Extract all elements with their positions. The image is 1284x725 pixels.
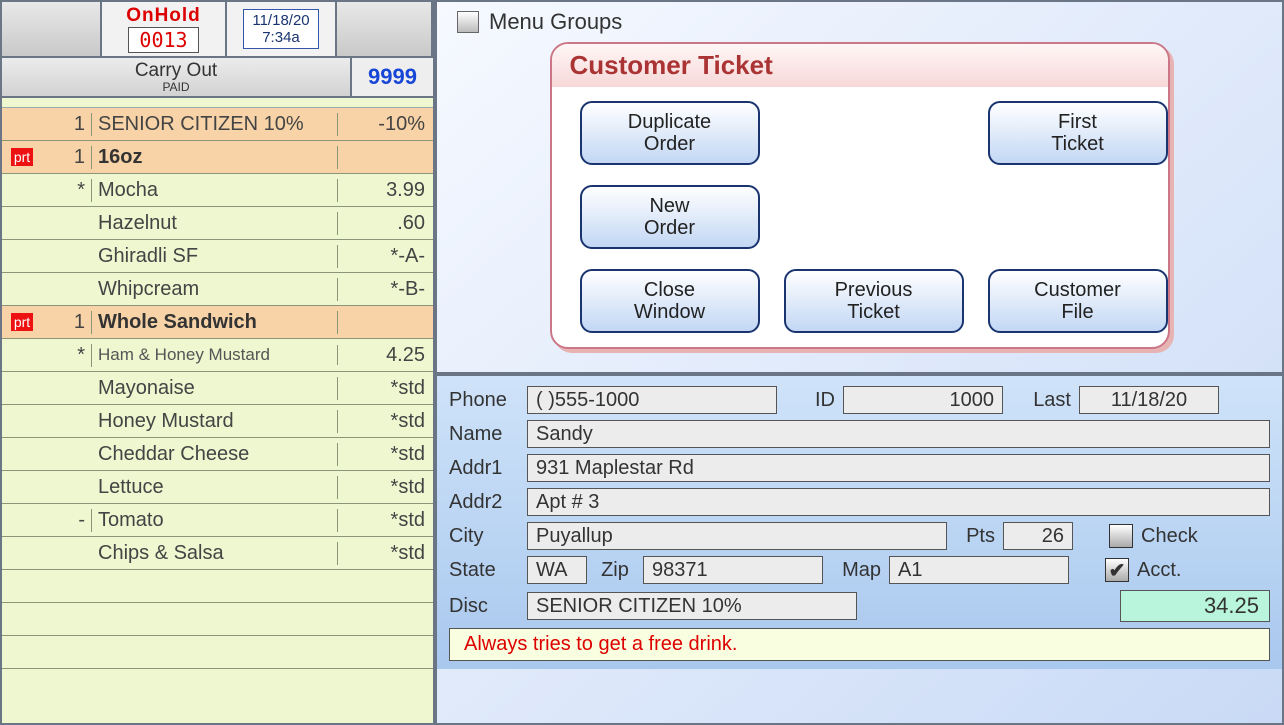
- pts-field[interactable]: 26: [1003, 522, 1073, 550]
- order-line[interactable]: prt116oz: [2, 141, 433, 174]
- customer-file-button[interactable]: CustomerFile: [988, 269, 1168, 333]
- zip-field[interactable]: 98371: [643, 556, 823, 584]
- first-ticket-button[interactable]: FirstTicket: [988, 101, 1168, 165]
- acct-checkbox[interactable]: ✔: [1105, 558, 1129, 582]
- order-line[interactable]: [2, 603, 433, 636]
- order-line[interactable]: *Ham & Honey Mustard4.25: [2, 339, 433, 372]
- order-line[interactable]: -Tomato*std: [2, 504, 433, 537]
- previous-ticket-button[interactable]: PreviousTicket: [784, 269, 964, 333]
- duplicate-order-button[interactable]: DuplicateOrder: [580, 101, 760, 165]
- ticket-datetime: 11/18/20 7:34a: [227, 2, 337, 56]
- order-lines: 1SENIOR CITIZEN 10%-10%prt116oz*Mocha3.9…: [2, 108, 433, 723]
- header-button-right[interactable]: [337, 2, 433, 56]
- prt-flag: prt: [11, 148, 33, 166]
- amount-field: 34.25: [1120, 590, 1270, 622]
- order-line[interactable]: Chips & Salsa*std: [2, 537, 433, 570]
- id-field[interactable]: 1000: [843, 386, 1003, 414]
- city-field[interactable]: Puyallup: [527, 522, 947, 550]
- order-panel: OnHold 0013 11/18/20 7:34a Carry Out PAI…: [2, 2, 437, 723]
- name-field[interactable]: Sandy: [527, 420, 1270, 448]
- header-button-left[interactable]: [2, 2, 102, 56]
- order-line[interactable]: Mayonaise*std: [2, 372, 433, 405]
- ticket-status: OnHold 0013: [102, 2, 227, 56]
- order-line[interactable]: 1SENIOR CITIZEN 10%-10%: [2, 108, 433, 141]
- panel-title: Customer Ticket: [552, 44, 1168, 87]
- order-line[interactable]: Lettuce*std: [2, 471, 433, 504]
- customer-note[interactable]: Always tries to get a free drink.: [449, 628, 1270, 661]
- order-type[interactable]: Carry Out PAID: [2, 58, 352, 96]
- order-line[interactable]: Ghiradli SF*-A-: [2, 240, 433, 273]
- addr1-field[interactable]: 931 Maplestar Rd: [527, 454, 1270, 482]
- menu-groups-header: Menu Groups: [437, 2, 1282, 42]
- check-checkbox[interactable]: [1109, 524, 1133, 548]
- menu-groups-icon[interactable]: [457, 11, 479, 33]
- order-line[interactable]: [2, 636, 433, 669]
- state-field[interactable]: WA: [527, 556, 587, 584]
- prt-flag: prt: [11, 313, 33, 331]
- phone-field[interactable]: ( )555-1000: [527, 386, 777, 414]
- order-line[interactable]: Cheddar Cheese*std: [2, 438, 433, 471]
- map-field[interactable]: A1: [889, 556, 1069, 584]
- addr2-field[interactable]: Apt # 3: [527, 488, 1270, 516]
- customer-ticket-panel: Customer Ticket DuplicateOrder FirstTick…: [550, 42, 1170, 349]
- new-order-button[interactable]: NewOrder: [580, 185, 760, 249]
- close-window-button[interactable]: CloseWindow: [580, 269, 760, 333]
- order-code[interactable]: 9999: [352, 58, 433, 96]
- last-field[interactable]: 11/18/20: [1079, 386, 1219, 414]
- order-line[interactable]: prt1Whole Sandwich: [2, 306, 433, 339]
- customer-info: Phone ( )555-1000 ID 1000 Last 11/18/20 …: [437, 372, 1282, 669]
- order-line[interactable]: Whipcream*-B-: [2, 273, 433, 306]
- order-line[interactable]: Honey Mustard*std: [2, 405, 433, 438]
- order-line[interactable]: *Mocha3.99: [2, 174, 433, 207]
- disc-field[interactable]: SENIOR CITIZEN 10%: [527, 592, 857, 620]
- order-line[interactable]: [2, 570, 433, 603]
- order-line[interactable]: Hazelnut.60: [2, 207, 433, 240]
